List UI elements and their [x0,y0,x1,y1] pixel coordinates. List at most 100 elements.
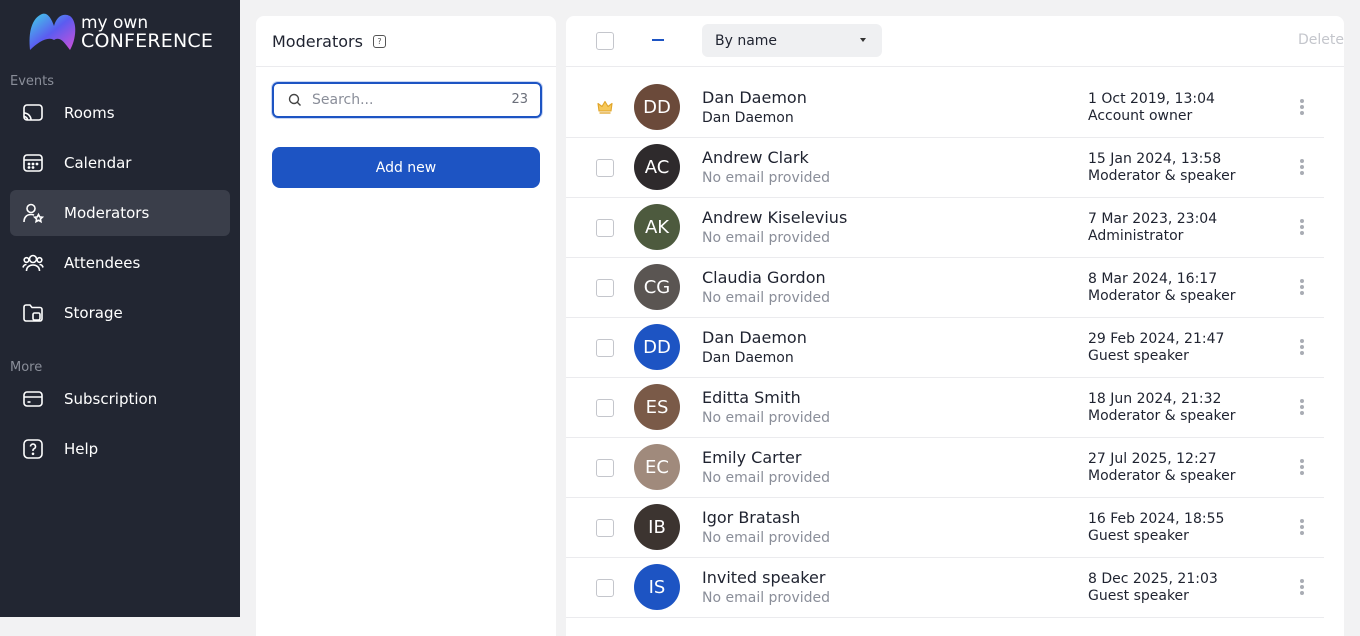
row-role: Guest speaker [1088,528,1189,544]
table-row[interactable]: AC Andrew Clark No email provided 15 Jan 20… [566,137,1324,198]
calendar-icon [22,152,44,174]
row-checkbox[interactable] [596,219,614,237]
table-row[interactable]: IB Igor Bratash No email provided 16 Feb 20… [566,497,1324,558]
sidebar-item-rooms[interactable]: Rooms [10,90,230,136]
avatar: ES [634,384,680,430]
avatar-initials: AC [644,156,670,178]
more-options-icon[interactable] [1299,579,1305,597]
row-name: Igor Bratash [702,508,801,527]
brand-mark-icon [29,13,76,51]
more-options-icon[interactable] [1299,99,1305,117]
sort-dropdown[interactable]: By name [702,24,882,57]
avatar-initials: IS [648,576,666,598]
more-options-icon[interactable] [1299,339,1305,357]
sidebar-item-label: Rooms [64,104,115,122]
sidebar: my own CONFERENCE Events Rooms Calendar [0,0,240,617]
avatar-initials: DD [643,96,671,118]
sidebar-item-label: Subscription [64,390,158,408]
section-label-more: More [10,360,43,375]
avatar: AK [634,204,680,250]
avatar: DD [634,84,680,130]
row-name: Dan Daemon [702,328,807,347]
avatar: IS [634,564,680,610]
row-checkbox[interactable] [596,279,614,297]
row-role: Moderator & speaker [1088,468,1236,484]
brand-logo[interactable]: my own CONFERENCE [26,12,226,54]
row-date: 29 Feb 2024, 21:47 [1088,331,1225,347]
row-name: Andrew Kiselevius [702,208,848,227]
row-date: 15 Jan 2024, 13:58 [1088,151,1222,167]
row-date: 8 Mar 2024, 16:17 [1088,271,1218,287]
avatar: DD [634,324,680,370]
row-name: Editta Smith [702,388,801,407]
avatar-initials: ES [645,396,669,418]
delete-button[interactable]: Delete [1284,32,1344,48]
sidebar-item-label: Attendees [64,254,141,272]
caret-down-icon [860,38,866,42]
table-row[interactable]: ES Editta Smith No email provided 18 Jun 20… [566,377,1324,438]
more-options-icon[interactable] [1299,459,1305,477]
row-checkbox[interactable] [596,459,614,477]
row-checkbox[interactable] [596,339,614,357]
row-checkbox[interactable] [596,159,614,177]
row-name: Invited speaker [702,568,826,587]
row-checkbox[interactable] [596,399,614,417]
row-date: 18 Jun 2024, 21:32 [1088,391,1222,407]
row-email: No email provided [702,170,831,186]
table-row[interactable]: DD Dan Daemon Dan Daemon 29 Feb 2024, 21:47… [566,317,1324,378]
section-label-events: Events [10,74,55,89]
row-checkbox[interactable] [596,519,614,537]
sidebar-item-storage[interactable]: Storage [10,290,230,336]
avatar-initials: DD [643,336,671,358]
sidebar-item-calendar[interactable]: Calendar [10,140,230,186]
row-role: Moderator & speaker [1088,168,1236,184]
sidebar-item-label: Calendar [64,154,132,172]
search-input[interactable] [310,91,504,109]
row-name: Claudia Gordon [702,268,826,287]
user-star-icon [22,202,44,224]
sidebar-item-moderators[interactable]: Moderators [10,190,230,236]
row-date: 27 Jul 2025, 12:27 [1088,451,1217,467]
help-icon [22,438,44,460]
select-all-checkbox[interactable] [596,32,614,50]
sidebar-item-label: Help [64,440,99,458]
deselect-dash-icon[interactable] [652,39,664,41]
add-new-button[interactable]: Add new [272,147,540,188]
row-role: Account owner [1088,108,1193,124]
row-role: Moderator & speaker [1088,288,1236,304]
row-checkbox[interactable] [596,579,614,597]
avatar-initials: EC [645,456,669,478]
avatar-initials: CG [643,276,671,298]
search-result-count: 23 [511,92,528,107]
row-date: 16 Feb 2024, 18:55 [1088,511,1225,527]
row-role: Administrator [1088,228,1184,244]
table-row[interactable]: IS Invited speaker No email provided 8 Dec … [566,557,1324,618]
row-email: No email provided [702,590,831,606]
row-email: No email provided [702,410,831,426]
moderators-list-panel: By name Delete DD Dan Daemon Dan Daemon 1 O… [566,16,1344,636]
table-row[interactable]: CG Claudia Gordon No email provided 8 Mar 2… [566,257,1324,318]
table-row[interactable]: EC Emily Carter No email provided 27 Jul 20… [566,437,1324,498]
sidebar-item-label: Moderators [64,204,150,222]
more-options-icon[interactable] [1299,279,1305,297]
row-role: Guest speaker [1088,348,1189,364]
sidebar-item-subscription[interactable]: Subscription [10,376,230,422]
sidebar-item-attendees[interactable]: Attendees [10,240,230,286]
help-badge-icon[interactable]: ? [372,34,386,48]
table-row[interactable]: AK Andrew Kiselevius No email provided 7 Ma… [566,197,1324,258]
sidebar-item-help[interactable]: Help [10,426,230,472]
row-email: No email provided [702,470,831,486]
row-email: Dan Daemon [702,110,794,126]
row-email: No email provided [702,230,831,246]
avatar-initials: IB [648,516,666,538]
more-options-icon[interactable] [1299,159,1305,177]
row-name: Dan Daemon [702,88,807,107]
more-options-icon[interactable] [1299,519,1305,537]
search-box[interactable]: 23 [272,82,542,118]
more-options-icon[interactable] [1299,219,1305,237]
sort-dropdown-label: By name [715,32,778,49]
more-options-icon[interactable] [1299,399,1305,417]
brand-line-2: CONFERENCE [81,30,214,52]
row-name: Andrew Clark [702,148,809,167]
table-row[interactable]: DD Dan Daemon Dan Daemon 1 Oct 2019, 13:04 A… [566,77,1324,138]
